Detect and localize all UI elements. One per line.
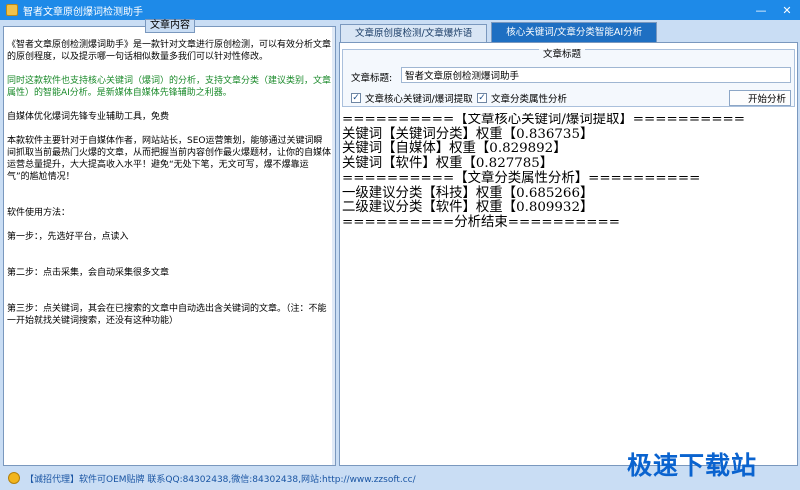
article-paragraph (7, 279, 331, 291)
article-paragraph (7, 183, 331, 195)
article-paragraph (7, 219, 331, 231)
article-paragraph (7, 291, 331, 303)
article-paragraph (7, 123, 331, 135)
output-line: 二级建议分类【软件】权重【0.809932】 (342, 200, 594, 216)
article-paragraph: 第二步：点击采集，会自动采集很多文章 (7, 268, 170, 278)
output-line: 关键词【自媒体】权重【0.829892】 (342, 141, 567, 157)
checkbox-checked-icon: ✓ (351, 93, 361, 103)
category-analysis-checkbox[interactable]: ✓ 文章分类属性分析 (477, 91, 567, 105)
tab-keyword-ai-analysis[interactable]: 核心关键词/文章分类智能AI分析 (491, 22, 658, 42)
article-paragraph: 自媒体优化爆词先锋专业辅助工具，免费 (7, 112, 170, 122)
tab-originality-check[interactable]: 文章原创度检测/文章爆炸语 (340, 24, 488, 42)
output-line: 一级建议分类【科技】权重【0.685266】 (342, 185, 594, 201)
article-content-legend: 文章内容 (145, 19, 195, 33)
article-content-text[interactable]: 《智者文章原创检测爆词助手》是一款针对文章进行原创检测，可以有效分析文章的原创程… (7, 39, 331, 459)
output-line: ==========【文章核心关键词/爆词提取】========== (342, 113, 745, 127)
title-bar: 智者文章原创爆词检测助手 — ✕ (0, 0, 800, 20)
article-paragraph (7, 195, 331, 207)
analysis-panel: 文章标题 文章标题: ✓ 文章核心关键词/爆词提取 ✓ 文章分类属性分析 开始分… (339, 42, 798, 466)
window-controls: — ✕ (748, 0, 800, 20)
article-paragraph: 第一步：，先选好平台，点读入 (7, 232, 129, 242)
app-icon (6, 4, 18, 16)
output-line: ==========【文章分类属性分析】========== (342, 170, 701, 186)
article-paragraph (7, 243, 331, 255)
title-group-legend: 文章标题 (539, 49, 586, 63)
article-title-input[interactable] (401, 67, 791, 83)
article-paragraph: 本款软件主要针对于自媒体作者，网站站长，SEO运营策划，能够通过关键词瞬间抓取当… (7, 136, 331, 182)
tab-strip: 文章原创度检测/文章爆炸语 核心关键词/文章分类智能AI分析 (340, 22, 658, 42)
checkbox-checked-icon: ✓ (477, 93, 487, 103)
output-line: 关键词【软件】权重【0.827785】 (342, 156, 554, 172)
keyword-extract-label: 文章核心关键词/爆词提取 (365, 94, 473, 105)
title-group-box: 文章标题 文章标题: ✓ 文章核心关键词/爆词提取 ✓ 文章分类属性分析 开始分… (342, 49, 795, 107)
close-button[interactable]: ✕ (774, 0, 800, 20)
article-paragraph (7, 99, 331, 111)
article-paragraph: 同时这款软件也支持核心关键词（爆词）的分析，支持文章分类（建议类别，文章属性）的… (7, 76, 331, 98)
article-scrollbar[interactable] (332, 27, 335, 465)
article-title-label: 文章标题: (351, 73, 393, 84)
article-paragraph (7, 63, 331, 75)
article-paragraph: 第三步：点关键词，其会在已搜索的文章中自动选出含关键词的文章。（注：不能一开始就… (7, 304, 327, 326)
output-line: ==========分析结束========== (342, 214, 620, 230)
analysis-output-text[interactable]: ==========【文章核心关键词/爆词提取】========== 关键词【关键… (342, 113, 795, 463)
minimize-button[interactable]: — (748, 0, 774, 20)
status-text[interactable]: 【诚招代理】软件可OEM贴牌 联系QQ:84302438,微信:84302438… (25, 472, 416, 485)
category-analysis-label: 文章分类属性分析 (491, 94, 568, 105)
start-analysis-button[interactable]: 开始分析 (729, 90, 791, 106)
article-paragraph: 软件使用方法： (7, 208, 71, 218)
keyword-extract-checkbox[interactable]: ✓ 文章核心关键词/爆词提取 (351, 91, 473, 105)
window-title: 智者文章原创爆词检测助手 (23, 6, 143, 18)
article-paragraph (7, 255, 331, 267)
info-coin-icon (8, 472, 20, 484)
article-paragraph: 《智者文章原创检测爆词助手》是一款针对文章进行原创检测，可以有效分析文章的原创程… (7, 40, 331, 62)
watermark: 极速下载站 (627, 451, 758, 480)
